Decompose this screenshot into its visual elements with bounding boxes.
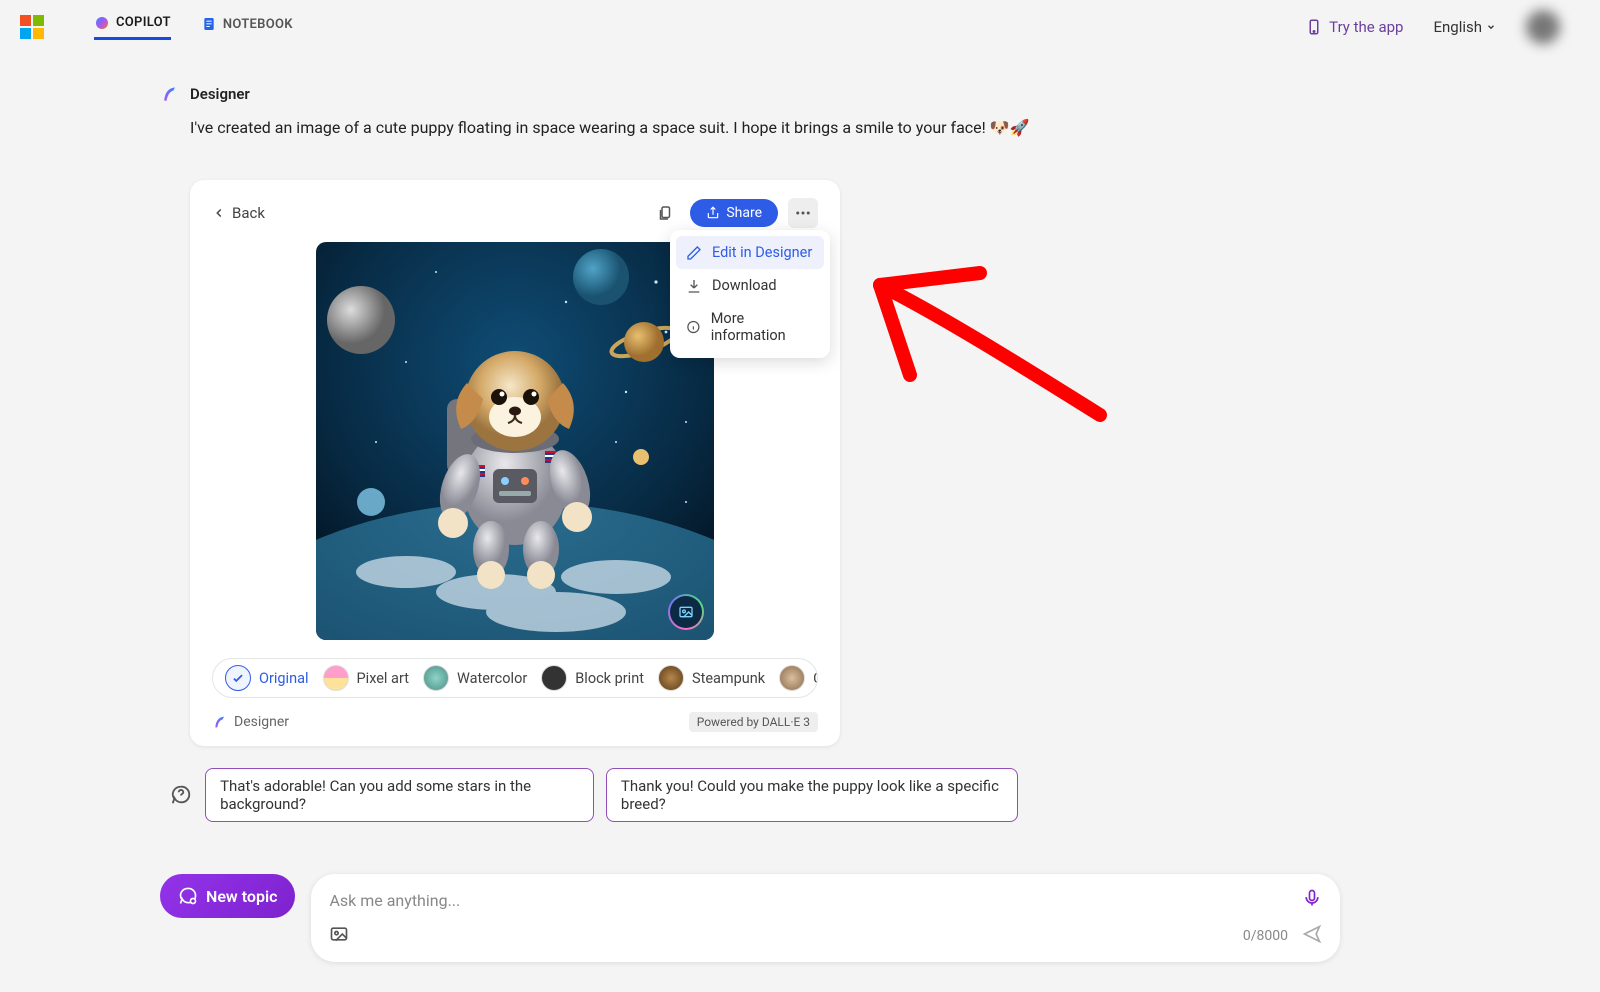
- footer-designer-label: Designer: [234, 714, 289, 730]
- more-icon: [794, 204, 812, 222]
- image-icon: [678, 604, 694, 620]
- style-label: Block print: [575, 670, 644, 687]
- style-label: Original: [259, 670, 309, 687]
- language-selector[interactable]: English: [1433, 18, 1496, 36]
- send-icon: [1302, 924, 1322, 944]
- copy-icon: [656, 204, 674, 222]
- header-tabs: COPILOT NOTEBOOK: [94, 15, 293, 40]
- assistant-message: I've created an image of a cute puppy fl…: [190, 116, 1440, 140]
- conversation: Designer I've created an image of a cute…: [0, 54, 1600, 822]
- attach-image-button[interactable]: [329, 924, 349, 948]
- chevron-left-icon: [212, 206, 226, 220]
- new-topic-button[interactable]: New topic: [160, 874, 295, 918]
- menu-edit-designer[interactable]: Edit in Designer: [676, 236, 824, 269]
- style-block-print[interactable]: Block print: [541, 665, 644, 691]
- help-icon[interactable]: [168, 781, 193, 809]
- menu-label: More information: [711, 310, 814, 344]
- style-watercolor[interactable]: Watercolor: [423, 665, 527, 691]
- menu-label: Download: [712, 277, 777, 294]
- card-toolbar: Back Share: [212, 198, 818, 228]
- assistant-header: Designer: [160, 84, 1440, 104]
- tab-label: NOTEBOOK: [223, 17, 293, 32]
- char-counter: 0/8000: [1243, 928, 1288, 944]
- suggestion-2[interactable]: Thank you! Could you make the puppy look…: [606, 768, 1018, 822]
- mic-icon: [1302, 888, 1322, 908]
- style-label: Cl: [813, 670, 818, 687]
- download-icon: [686, 278, 702, 294]
- share-button[interactable]: Share: [690, 199, 778, 227]
- mic-button[interactable]: [1302, 888, 1322, 912]
- info-icon: [686, 319, 701, 335]
- image-result-card: Back Share Edit in Designer: [190, 180, 840, 746]
- copy-button[interactable]: [650, 198, 680, 228]
- pencil-icon: [686, 245, 702, 261]
- menu-label: Edit in Designer: [712, 244, 812, 261]
- menu-more-info[interactable]: More information: [676, 302, 824, 352]
- menu-download[interactable]: Download: [676, 269, 824, 302]
- try-app-label: Try the app: [1329, 18, 1403, 36]
- app-header: COPILOT NOTEBOOK Try the app English: [0, 0, 1600, 54]
- user-avatar[interactable]: [1526, 10, 1560, 44]
- generate-badge[interactable]: [668, 594, 704, 630]
- check-icon: [231, 671, 245, 685]
- style-label: Watercolor: [457, 670, 527, 687]
- language-label: English: [1433, 18, 1482, 36]
- chevron-down-icon: [1486, 22, 1496, 32]
- image-add-icon: [329, 924, 349, 944]
- header-right: Try the app English: [1305, 10, 1580, 44]
- copilot-icon: [94, 15, 110, 31]
- style-pixel-art[interactable]: Pixel art: [323, 665, 409, 691]
- new-topic-label: New topic: [206, 887, 277, 906]
- more-menu-dropdown: Edit in Designer Download More informati…: [670, 230, 830, 358]
- mobile-icon: [1305, 18, 1323, 36]
- tab-notebook[interactable]: NOTEBOOK: [201, 15, 293, 40]
- composer-row: New topic 0/8000: [160, 874, 1340, 962]
- more-button[interactable]: [788, 198, 818, 228]
- try-app-link[interactable]: Try the app: [1305, 18, 1403, 36]
- powered-by-badge: Powered by DALL·E 3: [689, 712, 818, 732]
- generated-image[interactable]: [316, 242, 714, 640]
- style-original[interactable]: Original: [225, 665, 309, 691]
- notebook-icon: [201, 16, 217, 32]
- new-topic-icon: [178, 886, 198, 906]
- microsoft-logo[interactable]: [20, 15, 44, 39]
- tab-label: COPILOT: [116, 15, 171, 30]
- style-presets[interactable]: Original Pixel art Watercolor Block prin…: [212, 658, 818, 698]
- message-input[interactable]: [329, 891, 1302, 910]
- card-footer: Designer Powered by DALL·E 3: [212, 712, 818, 732]
- suggestion-1[interactable]: That's adorable! Can you add some stars …: [205, 768, 594, 822]
- tab-copilot[interactable]: COPILOT: [94, 15, 171, 40]
- designer-icon: [212, 714, 228, 730]
- share-label: Share: [726, 205, 762, 221]
- designer-icon: [160, 84, 180, 104]
- suggestion-row: That's adorable! Can you add some stars …: [168, 768, 1018, 822]
- style-truncated[interactable]: Cl: [779, 665, 818, 691]
- send-button[interactable]: [1302, 924, 1322, 948]
- style-steampunk[interactable]: Steampunk: [658, 665, 765, 691]
- style-label: Pixel art: [357, 670, 409, 687]
- assistant-name: Designer: [190, 85, 250, 103]
- back-button[interactable]: Back: [212, 204, 265, 222]
- back-label: Back: [232, 204, 265, 222]
- share-icon: [706, 206, 720, 220]
- composer: 0/8000: [311, 874, 1340, 962]
- style-label: Steampunk: [692, 670, 765, 687]
